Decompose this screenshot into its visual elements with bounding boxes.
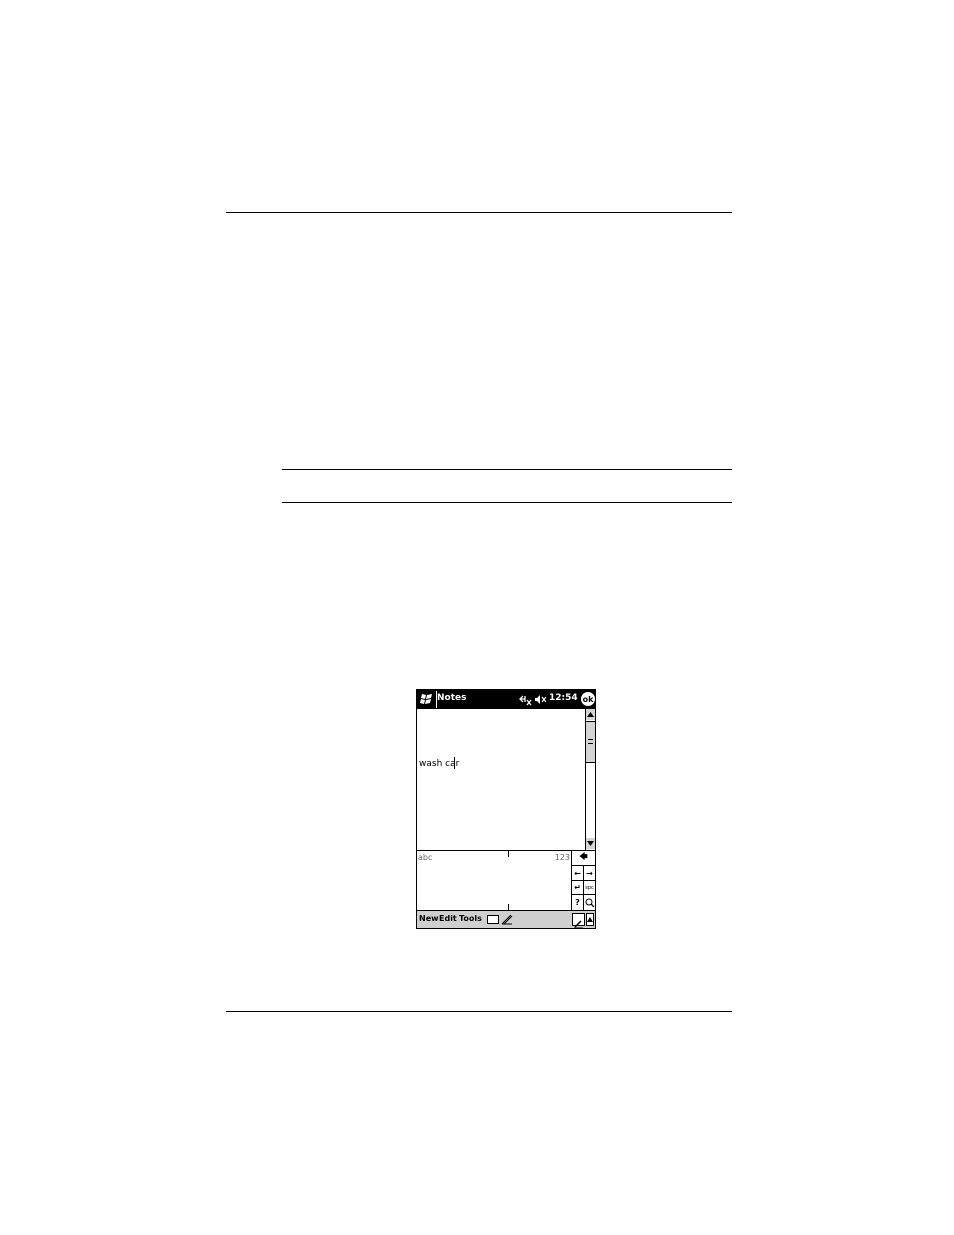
- handwriting-input-area[interactable]: abc 123: [417, 851, 571, 910]
- scroll-up-icon: [587, 712, 594, 717]
- handwriting-divider-top: [508, 851, 509, 857]
- scroll-down-icon: [587, 841, 594, 846]
- input-panel-icon: [574, 920, 583, 928]
- input-panel-button[interactable]: [572, 913, 585, 928]
- chevron-up-icon: [587, 917, 593, 922]
- scroll-grip-icon: [588, 739, 593, 744]
- clock[interactable]: 12:54: [549, 693, 578, 703]
- space-key[interactable]: spc: [584, 881, 595, 895]
- bottom-rule: [226, 1011, 732, 1012]
- title-bar: Notes 12:54 ok: [417, 690, 595, 709]
- connectivity-icon[interactable]: [519, 693, 533, 706]
- keyboard-icon[interactable]: [487, 915, 499, 924]
- help-icon: ?: [575, 898, 580, 907]
- app-title: Notes: [437, 693, 467, 703]
- note-box-top-rule: [282, 469, 732, 470]
- note-box-bottom-rule: [282, 502, 732, 503]
- vertical-scrollbar[interactable]: [585, 709, 595, 850]
- text-cursor: [454, 757, 455, 769]
- ok-button[interactable]: ok: [581, 692, 595, 706]
- pen-icon[interactable]: [501, 913, 513, 925]
- input-method-selector[interactable]: [586, 913, 594, 926]
- right-arrow-icon: →: [586, 868, 593, 878]
- backspace-key[interactable]: 🡄: [572, 851, 595, 866]
- left-arrow-icon: ←: [574, 868, 581, 878]
- help-key[interactable]: ?: [572, 895, 584, 910]
- start-button[interactable]: [418, 691, 437, 708]
- zoom-key[interactable]: [584, 895, 595, 910]
- menu-new[interactable]: New: [419, 914, 439, 923]
- handwriting-letters-label: abc: [418, 853, 433, 862]
- speaker-mute-icon[interactable]: [534, 693, 547, 706]
- scroll-up-button[interactable]: [586, 709, 595, 720]
- zoom-icon: [585, 898, 594, 907]
- right-arrow-key[interactable]: →: [584, 866, 595, 881]
- enter-icon: ↵: [574, 883, 581, 892]
- scroll-down-button[interactable]: [586, 838, 595, 849]
- space-key-label: spc: [585, 884, 594, 891]
- left-arrow-key[interactable]: ←: [572, 866, 584, 881]
- backspace-icon: 🡄: [579, 852, 588, 861]
- handwriting-keys: 🡄 ← → ↵ spc ?: [571, 851, 595, 910]
- scroll-thumb[interactable]: [586, 721, 595, 763]
- top-rule: [226, 212, 732, 213]
- pocket-pc-screen: Notes 12:54 ok wash car abc 123 🡄 ← → ↵ …: [416, 689, 596, 929]
- menu-bar: New Edit Tools: [417, 910, 595, 928]
- windows-flag-icon: [420, 694, 432, 704]
- enter-key[interactable]: ↵: [572, 881, 584, 895]
- menu-edit[interactable]: Edit: [439, 914, 457, 923]
- menu-tools[interactable]: Tools: [459, 914, 482, 923]
- note-editor[interactable]: wash car: [417, 709, 585, 850]
- handwriting-numbers-label: 123: [554, 853, 570, 862]
